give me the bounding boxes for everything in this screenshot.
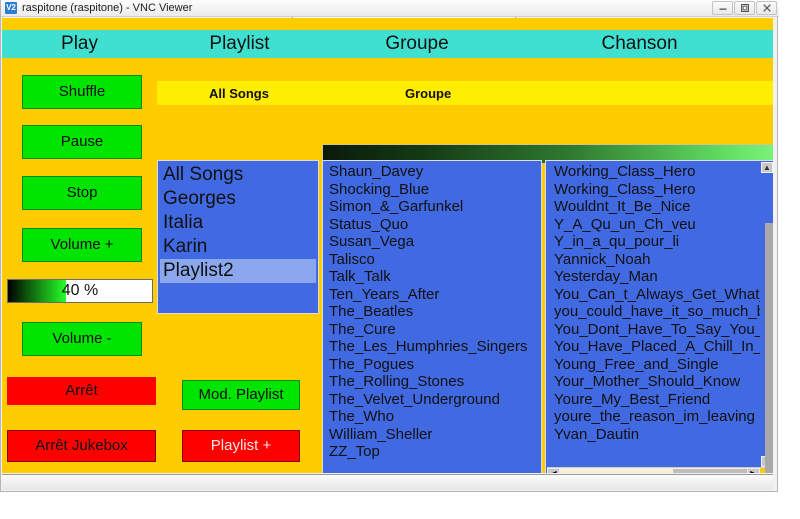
group-item[interactable]: The_Cure: [326, 321, 538, 339]
playlist-item[interactable]: Karin: [160, 235, 316, 259]
volume-down-button[interactable]: Volume -: [22, 322, 142, 356]
songs-list[interactable]: Working_Class_Hero Working_Class_Hero Woul…: [551, 163, 760, 466]
group-item[interactable]: Talk_Talk: [326, 268, 538, 286]
group-item[interactable]: Simon_&_Garfunkel: [326, 198, 538, 216]
song-item[interactable]: you_could_have_it_so_much_be: [551, 303, 760, 321]
group-item[interactable]: Susan_Vega: [326, 233, 538, 251]
song-item[interactable]: Yvan_Dautin: [551, 426, 760, 444]
playlists-panel[interactable]: All Songs Georges Italia Karin Playlist2: [157, 160, 319, 314]
window-controls: [712, 1, 777, 15]
group-item[interactable]: The_Beatles: [326, 303, 538, 321]
group-item[interactable]: William_Sheller: [326, 426, 538, 444]
songs-panel[interactable]: Working_Class_Hero Working_Class_Hero Woul…: [545, 160, 773, 473]
playlist-item[interactable]: Playlist2: [160, 259, 316, 283]
vnc-viewer-window: V2 raspitone (raspitone) - VNC Viewer Pl…: [0, 0, 779, 492]
song-item[interactable]: Yesterday_Man: [551, 268, 760, 286]
group-item[interactable]: Ten_Years_After: [326, 286, 538, 304]
playlist-plus-button[interactable]: Playlist +: [182, 430, 300, 462]
scroll-up-icon[interactable]: ▲: [761, 162, 773, 173]
group-item[interactable]: The_Rolling_Stones: [326, 373, 538, 391]
group-item[interactable]: Shocking_Blue: [326, 181, 538, 199]
group-item[interactable]: Shaun_Davey: [326, 163, 538, 181]
group-item[interactable]: The_Who: [326, 408, 538, 426]
group-item[interactable]: Status_Quo: [326, 216, 538, 234]
playlist-item[interactable]: Italia: [160, 211, 316, 235]
status-all-songs-label: All Songs: [209, 85, 269, 101]
song-item[interactable]: You_Can_t_Always_Get_What_: [551, 286, 760, 304]
scroll-left-icon[interactable]: ◀: [547, 468, 560, 473]
group-item[interactable]: The_Pogues: [326, 356, 538, 374]
song-item[interactable]: Working_Class_Hero: [551, 163, 760, 181]
volume-up-button[interactable]: Volume +: [22, 228, 142, 262]
song-item[interactable]: Y_A_Qu_un_Ch_veu: [551, 216, 760, 234]
raspitone-app: Play Playlist Groupe Chanson Shuffle Pau…: [2, 18, 773, 473]
window-title: raspitone (raspitone) - VNC Viewer: [22, 2, 193, 14]
group-item[interactable]: Talisco: [326, 251, 538, 269]
tab-play[interactable]: Play: [2, 33, 157, 55]
song-item[interactable]: Y_in_a_qu_pour_li: [551, 233, 760, 251]
tab-chanson[interactable]: Chanson: [512, 33, 767, 55]
group-item[interactable]: ZZ_Top: [326, 443, 538, 461]
mod-playlist-button[interactable]: Mod. Playlist: [182, 380, 300, 410]
status-strip: All Songs Groupe: [157, 81, 773, 105]
arret-jukebox-button[interactable]: Arrêt Jukebox: [7, 430, 156, 462]
song-item[interactable]: Working_Class_Hero: [551, 181, 760, 199]
playlist-item[interactable]: All Songs: [160, 163, 316, 187]
maximize-button[interactable]: [734, 1, 755, 15]
playlist-item[interactable]: Georges: [160, 187, 316, 211]
song-item[interactable]: Wouldnt_It_Be_Nice: [551, 198, 760, 216]
shuffle-button[interactable]: Shuffle: [22, 75, 142, 109]
arret-button[interactable]: Arrêt: [7, 377, 156, 405]
group-item[interactable]: The_Les_Humphries_Singers: [326, 338, 538, 356]
groups-list[interactable]: Shaun_Davey Shocking_Blue Simon_&_Garfunke…: [326, 163, 538, 473]
tab-playlist[interactable]: Playlist: [157, 33, 322, 55]
close-button[interactable]: [756, 1, 777, 15]
song-item[interactable]: You_Dont_Have_To_Say_You_L: [551, 321, 760, 339]
playlists-list[interactable]: All Songs Georges Italia Karin Playlist2: [160, 163, 316, 311]
song-item[interactable]: You_Have_Placed_A_Chill_In_M: [551, 338, 760, 356]
app-vertical-scrollbar[interactable]: [765, 223, 773, 473]
song-item[interactable]: Youre_My_Best_Friend: [551, 391, 760, 409]
song-item[interactable]: Yannick_Noah: [551, 251, 760, 269]
stop-button[interactable]: Stop: [22, 176, 142, 210]
song-item[interactable]: youre_the_reason_im_leaving: [551, 408, 760, 426]
volume-percent-label: 40 %: [61, 282, 99, 299]
volume-meter: 40 %: [7, 279, 153, 303]
titlebar: V2 raspitone (raspitone) - VNC Viewer: [1, 0, 779, 17]
tab-bar: Play Playlist Groupe Chanson: [2, 30, 773, 58]
vnc-logo-icon: V2: [5, 2, 17, 14]
groups-panel[interactable]: Shaun_Davey Shocking_Blue Simon_&_Garfunke…: [322, 160, 542, 473]
song-item[interactable]: Young_Free_and_Single: [551, 356, 760, 374]
status-groupe-label: Groupe: [405, 85, 452, 101]
vnc-status-area: [2, 474, 773, 490]
songs-horizontal-scrollbar[interactable]: ◀ ▶: [547, 467, 773, 473]
song-item[interactable]: Your_Mother_Should_Know: [551, 373, 760, 391]
group-item[interactable]: The_Velvet_Underground: [326, 391, 538, 409]
minimize-button[interactable]: [712, 1, 733, 15]
tab-groupe[interactable]: Groupe: [322, 33, 512, 55]
pause-button[interactable]: Pause: [22, 125, 142, 159]
scroll-right-icon[interactable]: ▶: [747, 468, 760, 473]
